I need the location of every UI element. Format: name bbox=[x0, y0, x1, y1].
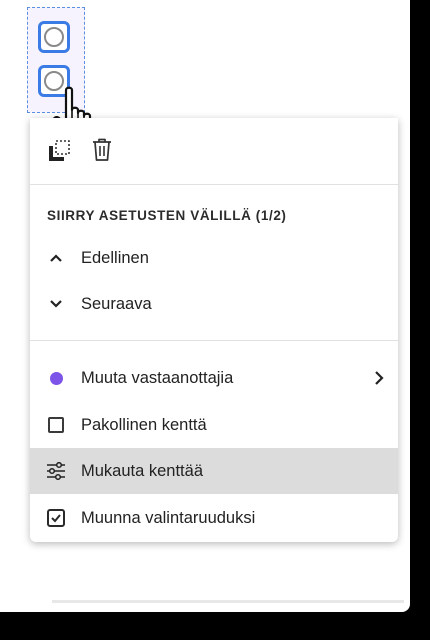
checkbox-checked-icon bbox=[46, 508, 66, 528]
required-field-item[interactable]: Pakollinen kenttä bbox=[30, 402, 398, 448]
change-recipients-label: Muuta vastaanottajia bbox=[81, 368, 234, 387]
menu-toolbar bbox=[46, 136, 116, 162]
required-field-label: Pakollinen kenttä bbox=[81, 415, 207, 434]
page-edge bbox=[52, 600, 404, 603]
recipient-dot-icon bbox=[46, 368, 66, 388]
previous-setting-item[interactable]: Edellinen bbox=[30, 235, 398, 281]
chevron-right-icon bbox=[375, 371, 384, 385]
chevron-up-icon bbox=[46, 248, 66, 268]
trash-icon bbox=[93, 138, 111, 161]
radio-button-field-1[interactable] bbox=[38, 21, 70, 53]
change-recipients-item[interactable]: Muuta vastaanottajia bbox=[30, 355, 398, 401]
convert-to-checkbox-label: Muunna valintaruuduksi bbox=[81, 508, 256, 527]
duplicate-button[interactable] bbox=[46, 136, 74, 164]
menu-divider bbox=[30, 184, 398, 185]
next-setting-item[interactable]: Seuraava bbox=[30, 281, 398, 327]
convert-to-checkbox-item[interactable]: Muunna valintaruuduksi bbox=[30, 495, 398, 541]
document-page: SIIRRY ASETUSTEN VÄLILLÄ (1/2) Edellinen… bbox=[0, 0, 410, 612]
next-label: Seuraava bbox=[81, 294, 152, 313]
previous-label: Edellinen bbox=[81, 248, 149, 267]
checkbox-unchecked-icon bbox=[46, 415, 66, 435]
radio-circle-icon bbox=[44, 27, 64, 47]
customize-field-item[interactable]: Mukauta kenttää bbox=[30, 448, 398, 494]
sliders-icon bbox=[46, 461, 66, 481]
customize-field-label: Mukauta kenttää bbox=[81, 461, 203, 480]
menu-divider bbox=[30, 340, 398, 341]
delete-button[interactable] bbox=[88, 136, 116, 164]
chevron-down-icon bbox=[46, 294, 66, 314]
context-menu: SIIRRY ASETUSTEN VÄLILLÄ (1/2) Edellinen… bbox=[30, 118, 398, 542]
duplicate-icon bbox=[49, 140, 70, 161]
section-heading: SIIRRY ASETUSTEN VÄLILLÄ (1/2) bbox=[47, 208, 287, 223]
